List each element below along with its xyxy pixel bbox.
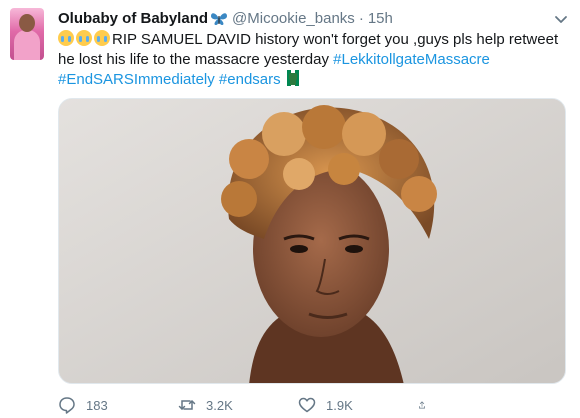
hashtag-link[interactable]: #endsars bbox=[219, 71, 281, 88]
chevron-down-icon[interactable] bbox=[552, 10, 570, 28]
avatar[interactable] bbox=[10, 8, 44, 60]
retweet-button[interactable]: 3.2K bbox=[178, 396, 298, 414]
butterfly-icon bbox=[210, 11, 228, 27]
user-handle[interactable]: @Micookie_banks bbox=[232, 8, 355, 30]
like-button[interactable]: 1.9K bbox=[298, 396, 418, 414]
reply-count: 183 bbox=[86, 397, 108, 413]
share-icon bbox=[419, 401, 425, 409]
header-separator: · bbox=[358, 10, 364, 27]
tweet-header: Olubaby of Babyland @Micookie_banks · 15… bbox=[58, 8, 570, 30]
tweet-timestamp[interactable]: 15h bbox=[368, 8, 393, 30]
tweet-photo[interactable] bbox=[58, 98, 566, 384]
reply-icon bbox=[59, 397, 75, 414]
raised-fist-icon bbox=[286, 70, 299, 86]
share-button[interactable] bbox=[418, 396, 436, 414]
crying-face-icon bbox=[76, 30, 92, 46]
display-name[interactable]: Olubaby of Babyland bbox=[58, 8, 208, 30]
avatar-face bbox=[19, 14, 35, 32]
tweet-actions: 183 3.2K 1.9K bbox=[58, 394, 528, 416]
crying-face-icon bbox=[58, 30, 74, 46]
like-count: 1.9K bbox=[326, 397, 353, 413]
retweet-icon bbox=[178, 400, 196, 410]
tweet-content: Olubaby of Babyland @Micookie_banks · 15… bbox=[58, 8, 570, 90]
tweet-text: RIP SAMUEL DAVID history won't forget yo… bbox=[58, 30, 570, 90]
reply-button[interactable]: 183 bbox=[58, 396, 178, 414]
heart-icon bbox=[298, 397, 316, 413]
tweet[interactable]: Olubaby of Babyland @Micookie_banks · 15… bbox=[0, 0, 580, 418]
retweet-count: 3.2K bbox=[206, 397, 233, 413]
hashtag-link[interactable]: #EndSARSImmediately bbox=[58, 71, 215, 88]
hashtag-link[interactable]: #LekkitollgateMassacre bbox=[333, 51, 490, 68]
crying-face-icon bbox=[94, 30, 110, 46]
avatar-body bbox=[14, 30, 40, 60]
